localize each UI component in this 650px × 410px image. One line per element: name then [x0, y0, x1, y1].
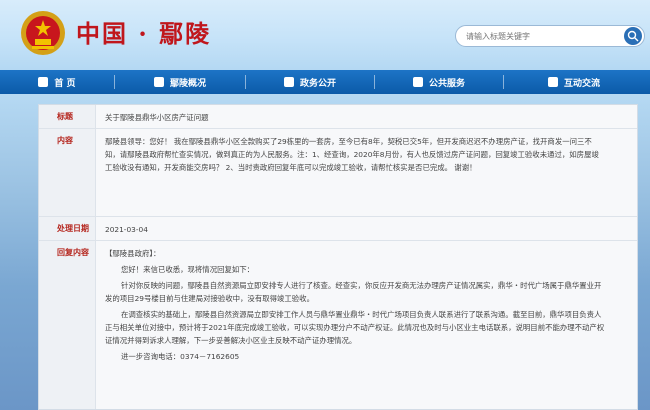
site-header: 中国 · 鄢陵: [0, 0, 650, 70]
main-nav: 首 页 鄢陵概况 政务公开 公共服务 互动交流: [0, 70, 650, 94]
title-value: 关于鄢陵县鼎华小区房产证问题: [105, 113, 209, 122]
home-icon: [38, 77, 49, 87]
nav-label: 鄢陵概况: [169, 78, 206, 89]
reply-contact: 进一步咨询电话：0374－7162605: [121, 352, 240, 361]
reply-org: 【鄢陵县政府】：: [105, 249, 161, 258]
title-label: 标题: [39, 105, 96, 128]
public-service-icon: [412, 77, 423, 87]
nav-label: 互动交流: [563, 78, 600, 89]
nav-label: 首 页: [54, 78, 76, 89]
reply-paragraph: 针对你反映的问题，鄢陵县自然资源局立即安排专人进行了核查。经查实，你反应开发商无…: [105, 281, 602, 303]
interaction-icon: [547, 77, 558, 87]
content-label: 内容: [39, 129, 96, 216]
search-icon: [627, 30, 639, 42]
reply-row: 回复内容 【鄢陵县政府】： 您好！来信已收悉，现将情况回复如下： 针对你反映的问…: [39, 241, 637, 409]
reply-label: 回复内容: [39, 241, 96, 409]
reply-body: 【鄢陵县政府】： 您好！来信已收悉，现将情况回复如下： 针对你反映的问题，鄢陵县…: [105, 247, 605, 366]
site-title: 中国 · 鄢陵: [76, 19, 212, 48]
content-row: 内容 鄢陵县领导：您好！ 我在鄢陵县鼎华小区全款购买了29栋里的一套房，至今已有…: [39, 129, 637, 217]
content-value: 鄢陵县领导：您好！ 我在鄢陵县鼎华小区全款购买了29栋里的一套房，至今已有8年，…: [105, 137, 599, 172]
nav-item-overview[interactable]: 鄢陵概况: [115, 70, 245, 94]
overview-icon: [153, 77, 164, 87]
nav-item-home[interactable]: 首 页: [0, 70, 114, 94]
gov-affairs-icon: [283, 77, 294, 87]
nav-label: 政务公开: [299, 78, 336, 89]
search-button[interactable]: [624, 27, 642, 45]
nav-item-public-service[interactable]: 公共服务: [375, 70, 503, 94]
date-label: 处理日期: [39, 217, 96, 240]
nav-item-interaction[interactable]: 互动交流: [504, 70, 644, 94]
message-detail-panel: 标题 关于鄢陵县鼎华小区房产证问题 内容 鄢陵县领导：您好！ 我在鄢陵县鼎华小区…: [38, 104, 638, 410]
nav-label: 公共服务: [428, 78, 465, 89]
date-row: 处理日期 2021-03-04: [39, 217, 637, 241]
national-emblem-icon: [21, 11, 65, 55]
date-value: 2021-03-04: [105, 225, 148, 234]
nav-item-gov-affairs[interactable]: 政务公开: [246, 70, 374, 94]
search-box: [455, 25, 645, 47]
reply-greeting: 您好！来信已收悉，现将情况回复如下：: [121, 265, 255, 274]
reply-paragraph: 在调查核实的基础上，鄢陵县自然资源局立即安排工作人员与鼎华置业鼎华・时代广场项目…: [105, 310, 605, 345]
search-input[interactable]: [466, 30, 616, 43]
title-row: 标题 关于鄢陵县鼎华小区房产证问题: [39, 105, 637, 129]
